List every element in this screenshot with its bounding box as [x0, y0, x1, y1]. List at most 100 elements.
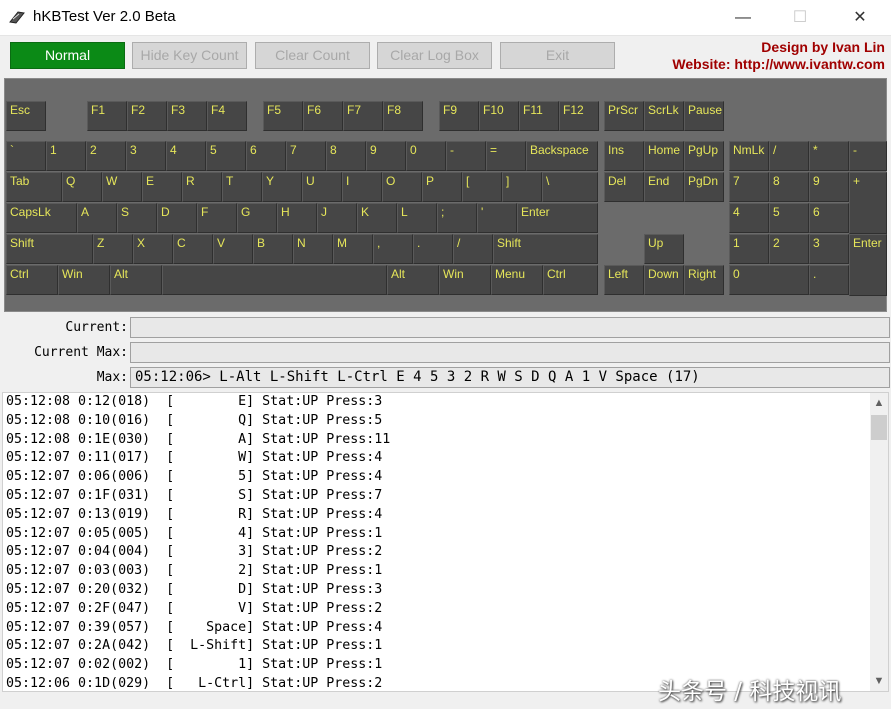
- key-k84: /: [453, 234, 493, 264]
- key-k48: [: [462, 172, 502, 202]
- clear-log-box-button[interactable]: Clear Log Box: [377, 42, 492, 69]
- key-enter: Enter: [517, 203, 598, 233]
- key-q: Q: [62, 172, 102, 202]
- key-f6: F6: [303, 101, 343, 131]
- log-line: 05:12:07 0:20(032) [ D] Stat:UP Press:3: [6, 581, 383, 597]
- key-p: P: [422, 172, 462, 202]
- scroll-up-icon[interactable]: ▲: [870, 393, 888, 413]
- key-5: 5: [206, 141, 246, 171]
- key-6: 6: [809, 203, 849, 233]
- key-j: J: [317, 203, 357, 233]
- log-line: 05:12:07 0:39(057) [ Space] Stat:UP Pres…: [6, 619, 383, 635]
- key-c: C: [173, 234, 213, 264]
- key-shift: Shift: [6, 234, 93, 264]
- key-alt: Alt: [110, 265, 162, 295]
- max-label: Max:: [96, 370, 128, 385]
- key-left: Left: [604, 265, 644, 295]
- key-nmlk: NmLk: [729, 141, 769, 171]
- key-right: Right: [684, 265, 724, 295]
- key-scrlk: ScrLk: [644, 101, 684, 131]
- key-enter: Enter: [849, 234, 887, 296]
- key-end: End: [644, 172, 684, 202]
- key-pgdn: PgDn: [684, 172, 724, 202]
- key-9: 9: [809, 172, 849, 202]
- log-line: 05:12:08 0:10(016) [ Q] Stat:UP Press:5: [6, 412, 383, 428]
- key-ins: Ins: [604, 141, 644, 171]
- key-shift: Shift: [493, 234, 598, 264]
- key-f12: F12: [559, 101, 599, 131]
- log-line: 05:12:07 0:11(017) [ W] Stat:UP Press:4: [6, 450, 383, 466]
- key-0: 0: [406, 141, 446, 171]
- key-down: Down: [644, 265, 684, 295]
- maximize-button[interactable]: ☐: [777, 0, 823, 35]
- log-line: 05:12:07 0:06(006) [ 5] Stat:UP Press:4: [6, 469, 383, 485]
- toolbar: Normal Hide Key Count Clear Count Clear …: [0, 37, 891, 77]
- scroll-thumb[interactable]: [871, 415, 887, 440]
- key-3: 3: [809, 234, 849, 264]
- current-label: Current:: [65, 320, 128, 335]
- key-menu: Menu: [491, 265, 543, 295]
- key-v: V: [213, 234, 253, 264]
- key-space: [162, 265, 387, 295]
- key-u: U: [302, 172, 342, 202]
- key-d: D: [157, 203, 197, 233]
- credit-website[interactable]: Website: http://www.ivantw.com: [672, 56, 885, 73]
- key-0: 0: [729, 265, 809, 295]
- key-tab: Tab: [6, 172, 62, 202]
- key-9: 9: [366, 141, 406, 171]
- key-ctrl: Ctrl: [6, 265, 58, 295]
- exit-button[interactable]: Exit: [500, 42, 615, 69]
- close-button[interactable]: ✕: [837, 0, 883, 35]
- key-1: 1: [729, 234, 769, 264]
- title-bar[interactable]: hKBTest Ver 2.0 Beta — ☐ ✕: [0, 0, 891, 36]
- key-k16: `: [6, 141, 46, 171]
- clear-count-button[interactable]: Clear Count: [255, 42, 370, 69]
- key-b: B: [253, 234, 293, 264]
- scroll-down-icon[interactable]: ▼: [870, 671, 888, 691]
- log-scrollbar[interactable]: ▲ ▼: [870, 393, 888, 691]
- key-k: K: [357, 203, 397, 233]
- key-f7: F7: [343, 101, 383, 131]
- window-title: hKBTest Ver 2.0 Beta: [33, 8, 176, 25]
- key-f9: F9: [439, 101, 479, 131]
- key-k69: ': [477, 203, 517, 233]
- credit-author: Design by Ivan Lin: [761, 39, 885, 55]
- key-k103: .: [809, 265, 849, 295]
- key-y: Y: [262, 172, 302, 202]
- keyboard-app-icon: [9, 11, 25, 24]
- key-k68: ;: [437, 203, 477, 233]
- key-up: Up: [644, 234, 684, 264]
- normal-button[interactable]: Normal: [10, 42, 125, 69]
- key-k57: +: [849, 172, 887, 234]
- app-window: hKBTest Ver 2.0 Beta — ☐ ✕ Normal Hide K…: [0, 0, 891, 709]
- log-line: 05:12:07 0:2A(042) [ L-Shift] Stat:UP Pr…: [6, 638, 383, 654]
- key-f2: F2: [127, 101, 167, 131]
- key-backspace: Backspace: [526, 141, 598, 171]
- log-line: 05:12:07 0:04(004) [ 3] Stat:UP Press:2: [6, 544, 383, 560]
- key-x: X: [133, 234, 173, 264]
- key-pause: Pause: [684, 101, 724, 131]
- log-box[interactable]: 05:12:08 0:12(018) [ E] Stat:UP Press:3 0…: [2, 392, 889, 692]
- key-del: Del: [604, 172, 644, 202]
- key-alt: Alt: [387, 265, 439, 295]
- hide-key-count-button[interactable]: Hide Key Count: [132, 42, 247, 69]
- key-4: 4: [729, 203, 769, 233]
- key-s: S: [117, 203, 157, 233]
- key-e: E: [142, 172, 182, 202]
- log-line: 05:12:08 0:12(018) [ E] Stat:UP Press:3: [6, 394, 383, 409]
- minimize-button[interactable]: —: [720, 0, 766, 35]
- current-field: [130, 317, 890, 338]
- key-2: 2: [769, 234, 809, 264]
- key-z: Z: [93, 234, 133, 264]
- key-f5: F5: [263, 101, 303, 131]
- key-t: T: [222, 172, 262, 202]
- key-pgup: PgUp: [684, 141, 724, 171]
- key-5: 5: [769, 203, 809, 233]
- key-n: N: [293, 234, 333, 264]
- key-f4: F4: [207, 101, 247, 131]
- key-g: G: [237, 203, 277, 233]
- key-f8: F8: [383, 101, 423, 131]
- watermark: 头条号 / 科技视讯: [658, 679, 842, 705]
- key-k34: /: [769, 141, 809, 171]
- key-8: 8: [326, 141, 366, 171]
